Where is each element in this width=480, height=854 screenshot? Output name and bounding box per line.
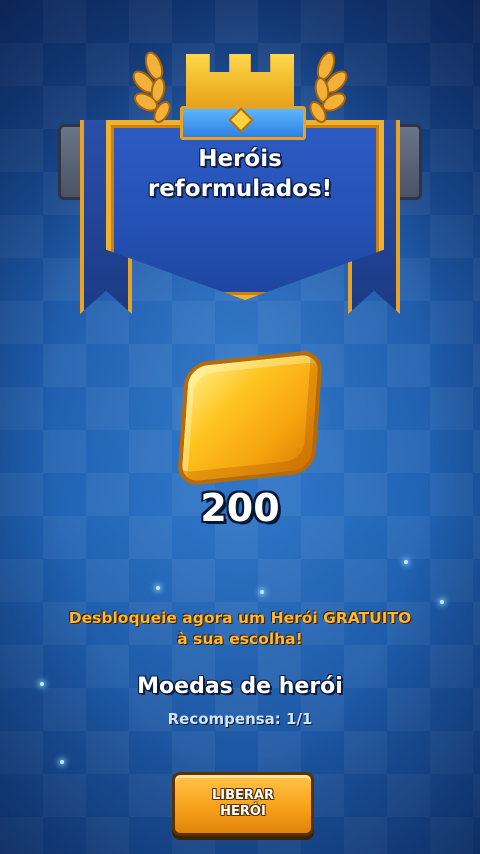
sparkle xyxy=(440,600,444,604)
reward-count: Recompensa: 1/1 xyxy=(167,710,313,728)
reward-title: Moedas de herói xyxy=(137,674,343,699)
laurel-icon xyxy=(132,51,171,123)
reward-description-line1: Desbloqueie agora um Herói GRATUITO xyxy=(68,609,412,627)
unlock-hero-button[interactable]: LIBERAR HERÓI xyxy=(172,772,314,836)
banner-title-line2: reformulados! xyxy=(147,176,333,202)
reward-description-line2: à sua escolha! xyxy=(177,630,303,648)
banner-title-line1: Heróis xyxy=(198,146,282,172)
reward-description: Desbloqueie agora um Herói GRATUITO à su… xyxy=(30,608,450,650)
hero-coin-icon xyxy=(176,349,324,487)
crown-icon xyxy=(186,54,294,114)
reward-amount: 200 xyxy=(200,486,280,530)
banner-title: Heróis reformulados! xyxy=(106,144,374,204)
title-banner: Heróis reformulados! xyxy=(0,40,480,314)
sparkle xyxy=(260,590,264,594)
laurel-icon xyxy=(309,51,348,123)
sparkle xyxy=(404,560,408,564)
sparkle xyxy=(156,586,160,590)
sparkle xyxy=(60,760,64,764)
